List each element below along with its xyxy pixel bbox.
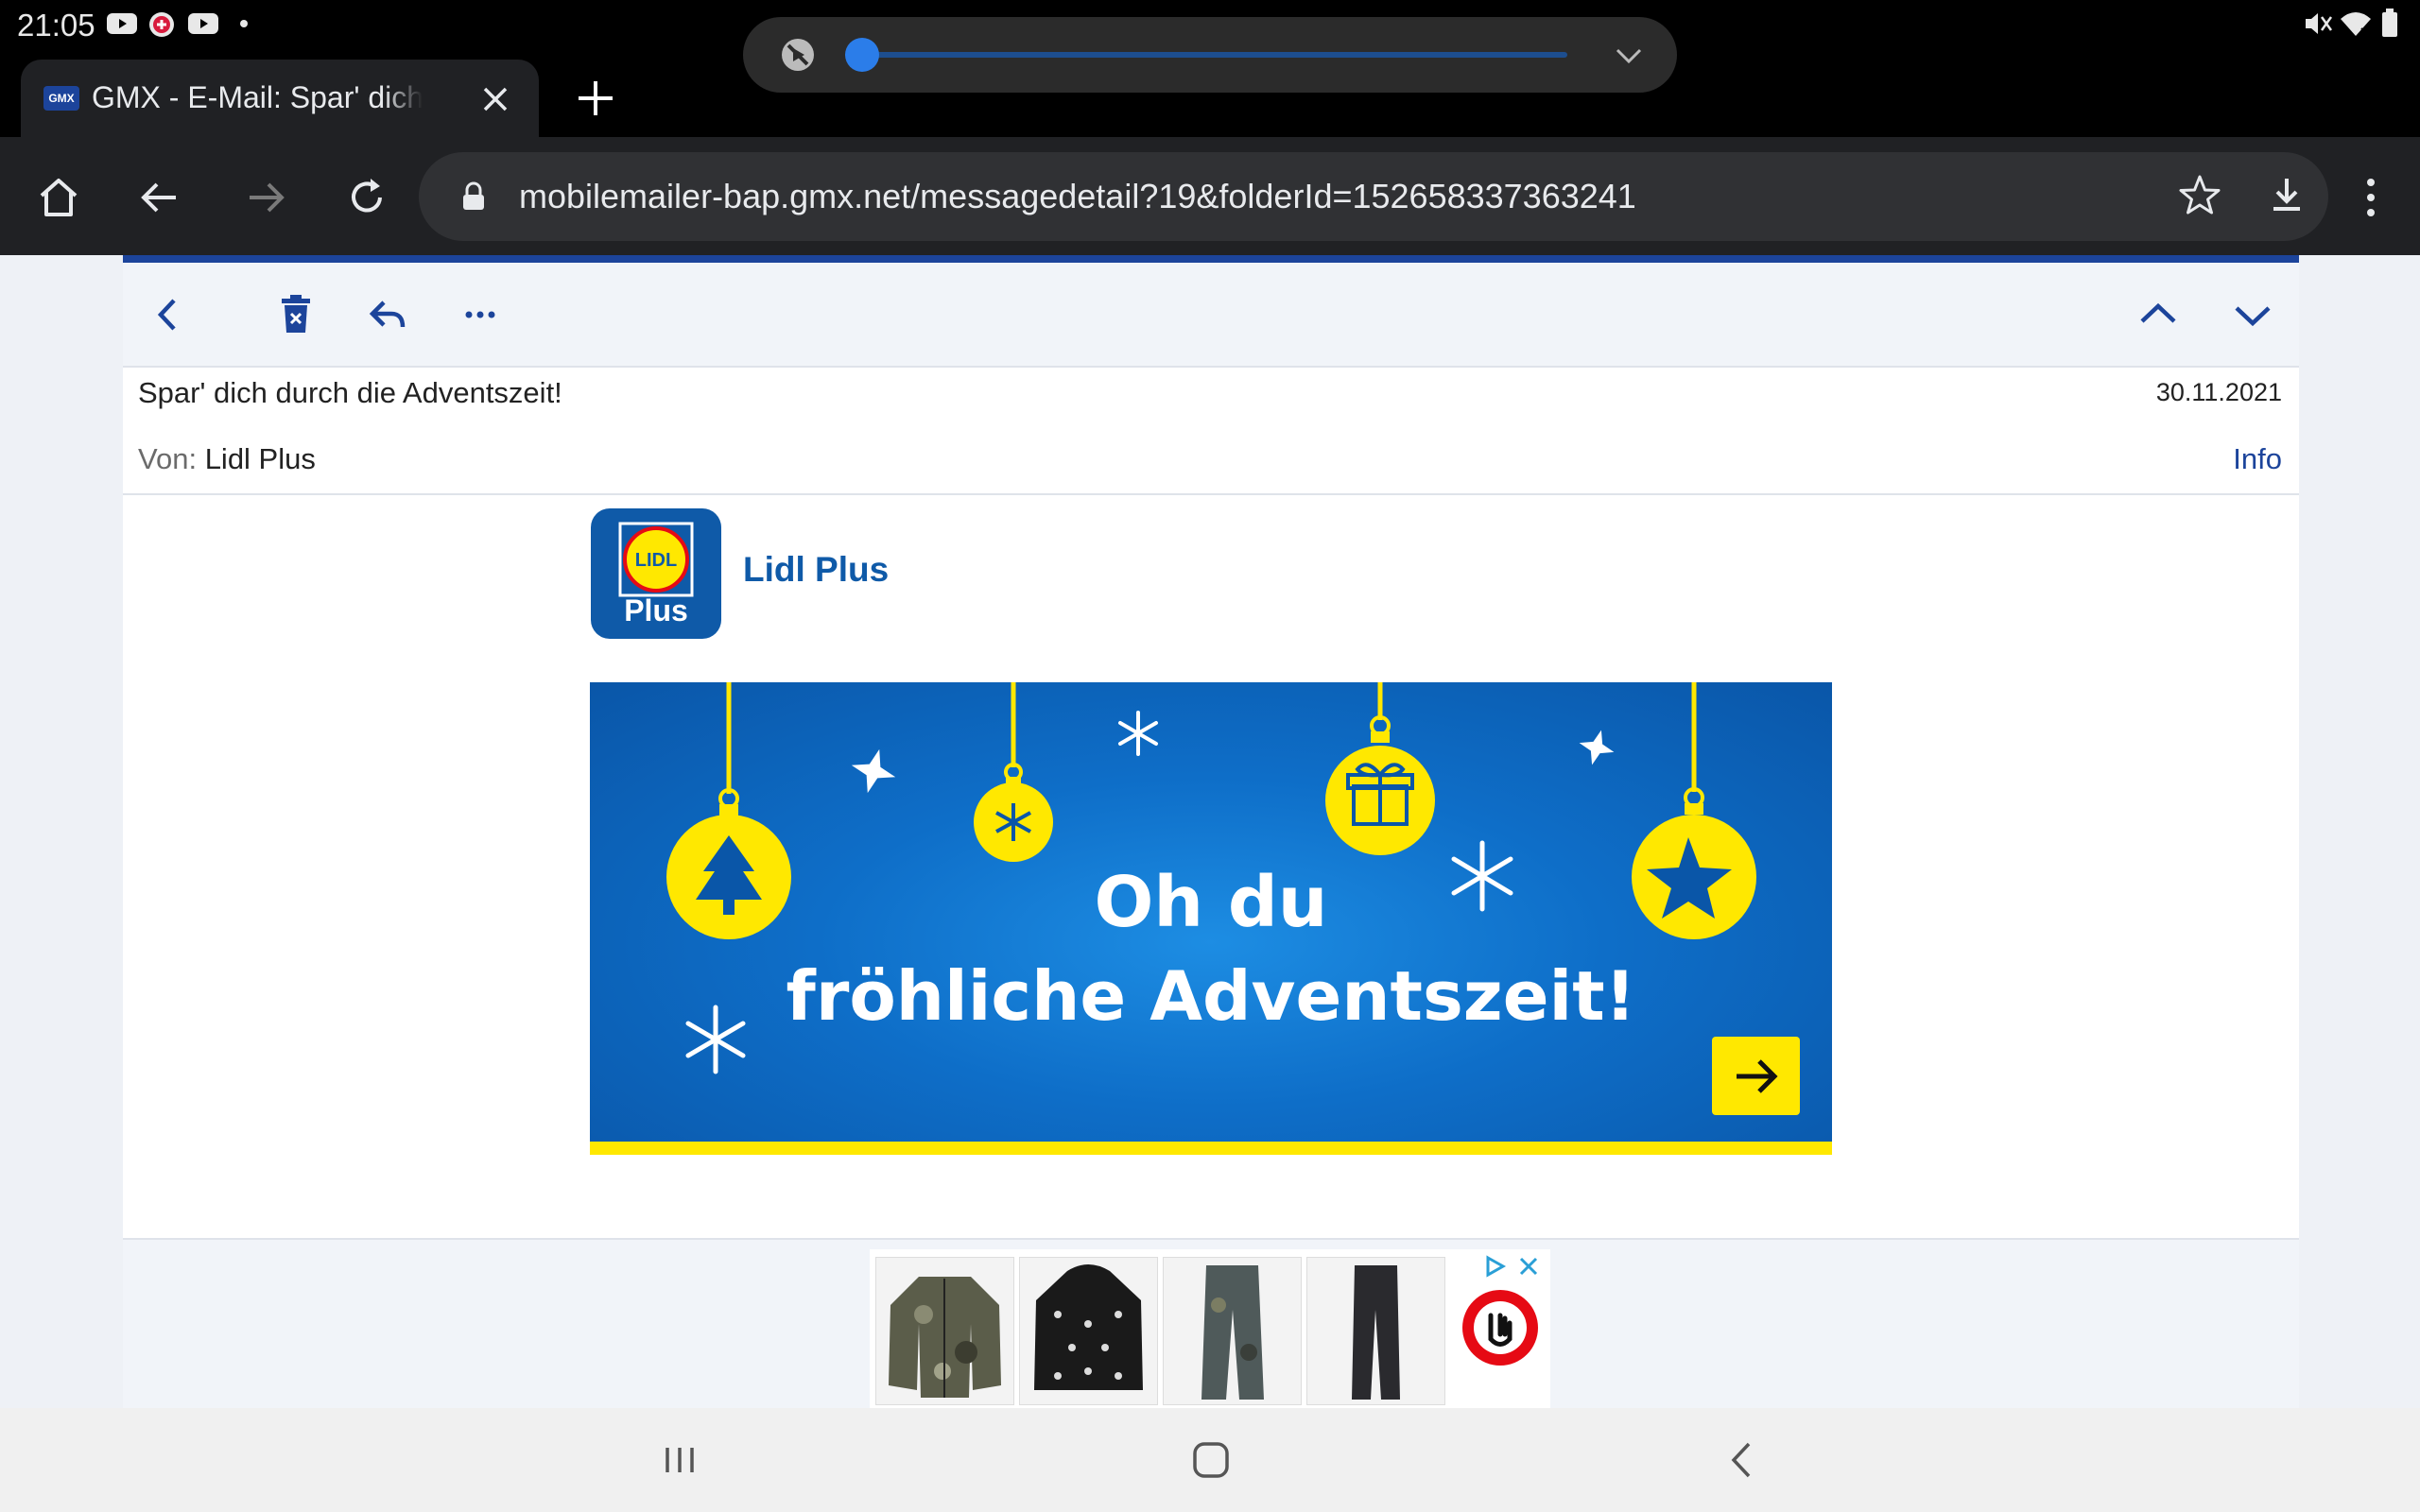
mail-subject: Spar' dich durch die Adventszeit!	[138, 376, 562, 409]
wifi-icon	[2341, 12, 2371, 36]
arrow-right-icon	[1737, 1059, 1778, 1093]
brand-top-line	[123, 255, 2299, 263]
bookmark-star-icon[interactable]	[2177, 173, 2222, 218]
mail-toolbar	[123, 263, 2299, 368]
sender-name[interactable]: Lidl Plus	[743, 550, 889, 590]
lidl-logo-plus-text: Plus	[624, 593, 688, 627]
reply-icon[interactable]	[365, 291, 412, 338]
more-notifications-dot-icon	[240, 20, 248, 27]
shop-logo-icon[interactable]	[1460, 1287, 1541, 1368]
ad-product-pants[interactable]	[1306, 1257, 1445, 1405]
close-tab-icon[interactable]	[476, 80, 514, 118]
banner-headline-line2: fröhliche Adventszeit!	[786, 956, 1636, 1036]
reload-icon[interactable]	[342, 173, 391, 222]
snowflake-icon	[1118, 711, 1158, 756]
close-ad-icon[interactable]	[1516, 1254, 1541, 1279]
adchoices-icon[interactable]	[1482, 1254, 1511, 1279]
lidl-logo-mark-icon: LIDL	[618, 522, 694, 597]
chevron-down-icon[interactable]	[1613, 40, 1645, 72]
gmx-favicon-icon: GMX	[43, 86, 79, 111]
banner-headline-line1: Oh du	[1094, 862, 1328, 943]
youtube-notification-icon-2	[188, 13, 218, 34]
mail-detail-panel: Spar' dich durch die Adventszeit! 30.11.…	[123, 255, 2299, 1410]
advent-banner[interactable]: Oh du fröhliche Adventszeit!	[590, 682, 1832, 1155]
advertisement-banner[interactable]	[870, 1249, 1550, 1408]
app-notification-icon	[149, 12, 174, 37]
back-arrow-icon[interactable]	[136, 173, 185, 222]
system-back-icon[interactable]	[1719, 1436, 1766, 1484]
browser-tab-active[interactable]: GMX GMX - E-Mail: Spar' dich durch die A…	[21, 60, 539, 137]
header-divider	[123, 493, 2299, 495]
url-text[interactable]: mobilemailer-bap.gmx.net/messagedetail?1…	[519, 177, 1634, 216]
ad-product-jacket[interactable]	[875, 1257, 1014, 1405]
mute-icon	[2306, 13, 2333, 34]
more-options-icon[interactable]	[459, 291, 507, 338]
tab-title: GMX - E-Mail: Spar' dich durch die Adven…	[92, 80, 423, 114]
download-icon[interactable]	[2264, 173, 2309, 218]
christmas-hoodie-image	[1034, 1264, 1143, 1390]
camo-jacket-image	[889, 1277, 1001, 1398]
from-value: Lidl Plus	[204, 442, 316, 475]
media-controls-bar[interactable]	[743, 17, 1677, 93]
banner-yellow-stripe	[590, 1142, 1832, 1155]
home-button-icon[interactable]	[1187, 1436, 1235, 1484]
from-label: Von:	[138, 442, 198, 475]
mail-date: 30.11.2021	[2155, 378, 2282, 406]
recent-apps-icon[interactable]	[656, 1436, 703, 1484]
delete-trash-icon[interactable]	[272, 291, 320, 338]
address-bar[interactable]: mobilemailer-bap.gmx.net/messagedetail?1…	[419, 152, 2328, 241]
ad-product-jeans[interactable]	[1163, 1257, 1302, 1405]
media-progress-handle[interactable]	[845, 38, 879, 72]
overflow-menu-icon[interactable]	[2348, 173, 2394, 222]
browser-toolbar: mobilemailer-bap.gmx.net/messagedetail?1…	[0, 137, 2420, 255]
home-icon[interactable]	[34, 173, 83, 222]
status-bar: 21:05 GMX GMX - E-Mail: Spar' dich durch…	[0, 0, 2420, 137]
from-row: Von: Lidl Plus	[138, 442, 316, 476]
banner-arrow-button[interactable]	[1712, 1037, 1800, 1115]
sparkle-icon	[851, 748, 896, 794]
media-off-icon[interactable]	[779, 36, 817, 74]
new-tab-plus-icon[interactable]	[575, 77, 616, 119]
forward-arrow-icon[interactable]	[240, 173, 289, 222]
media-progress-track[interactable]	[845, 52, 1567, 58]
battery-icon	[2382, 9, 2397, 37]
next-mail-chevron-down-icon[interactable]	[2229, 291, 2276, 338]
lidl-plus-logo[interactable]: LIDL Plus	[591, 508, 721, 639]
lock-icon[interactable]	[460, 181, 487, 212]
lidl-logo-text: LIDL	[635, 550, 677, 571]
black-pants-image	[1352, 1265, 1400, 1400]
sparkle-icon-2	[1579, 730, 1615, 765]
previous-mail-chevron-up-icon[interactable]	[2135, 291, 2182, 338]
info-link[interactable]: Info	[2233, 442, 2282, 476]
system-navigation-bar	[0, 1408, 2420, 1512]
status-time: 21:05	[17, 8, 95, 43]
ad-product-hoodie[interactable]	[1019, 1257, 1158, 1405]
camo-jeans-image	[1201, 1265, 1264, 1400]
back-chevron-icon[interactable]	[144, 291, 191, 338]
youtube-notification-icon	[107, 13, 137, 34]
